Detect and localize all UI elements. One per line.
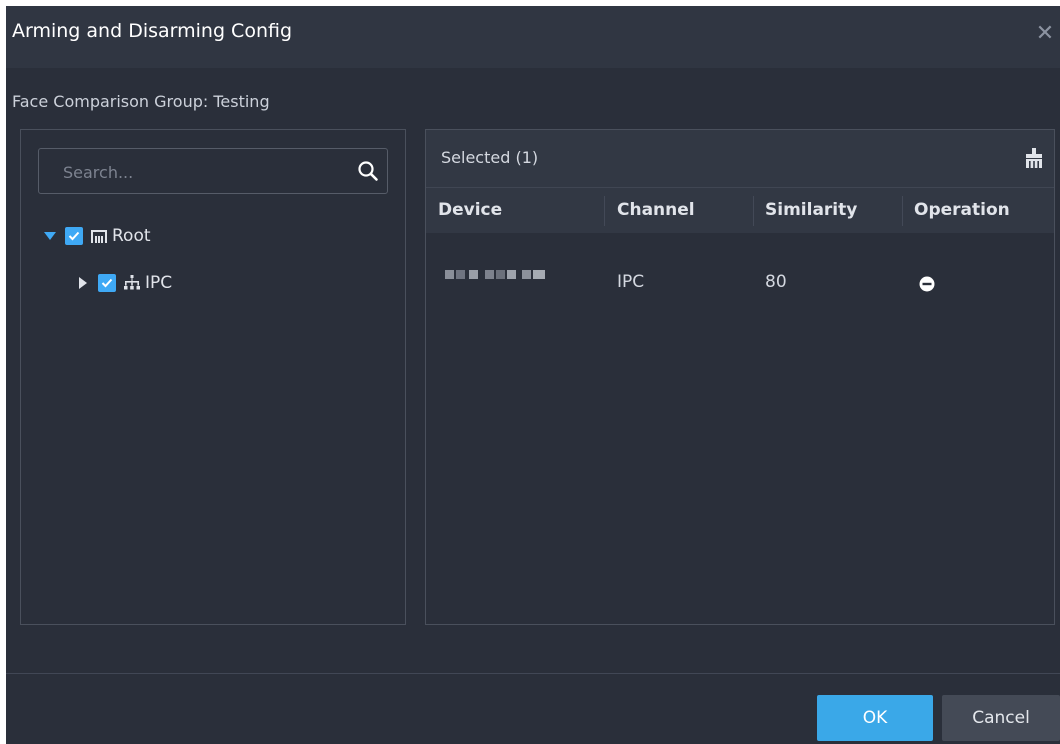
remove-icon[interactable] xyxy=(919,276,935,292)
search-input[interactable] xyxy=(61,160,345,184)
arming-config-dialog: Arming and Disarming Config ✕ Face Compa… xyxy=(6,6,1060,744)
table-header: Device Channel Similarity Operation xyxy=(426,188,1054,233)
device-tree-panel: Root IPC xyxy=(20,129,406,625)
selected-count-label: Selected (1) xyxy=(441,148,539,167)
blurred-device-name xyxy=(445,270,545,279)
tree-node-label: IPC xyxy=(145,273,173,293)
cancel-button[interactable]: Cancel xyxy=(942,695,1060,741)
selected-panel: Selected (1) Device Channel Similarity O… xyxy=(425,129,1055,625)
clear-broom-icon[interactable] xyxy=(1024,147,1044,169)
face-group-line: Face Comparison Group: Testing xyxy=(12,92,270,111)
close-icon[interactable]: ✕ xyxy=(1032,16,1058,52)
search-icon[interactable] xyxy=(357,160,379,182)
dialog-title: Arming and Disarming Config xyxy=(12,20,293,42)
search-box xyxy=(38,148,388,194)
column-header-channel[interactable]: Channel xyxy=(617,188,695,233)
root-checkbox[interactable] xyxy=(65,227,83,245)
column-header-similarity[interactable]: Similarity xyxy=(765,188,857,233)
selected-header: Selected (1) xyxy=(426,130,1054,188)
cell-similarity: 80 xyxy=(765,272,787,292)
tree-node-root[interactable]: Root xyxy=(43,223,151,249)
cell-channel: IPC xyxy=(617,272,645,292)
tree-node-ipc[interactable]: IPC xyxy=(76,270,172,296)
dialog-titlebar: Arming and Disarming Config ✕ xyxy=(6,6,1060,68)
column-header-operation[interactable]: Operation xyxy=(914,188,1010,233)
column-divider xyxy=(753,196,754,226)
expand-right-icon[interactable] xyxy=(76,276,90,290)
ipc-checkbox[interactable] xyxy=(98,274,116,292)
face-group-value: Testing xyxy=(213,92,270,111)
column-divider xyxy=(604,196,605,226)
face-group-label: Face Comparison Group: xyxy=(12,92,209,111)
org-root-icon xyxy=(91,230,107,243)
column-header-device[interactable]: Device xyxy=(438,188,502,233)
column-divider xyxy=(902,196,903,226)
tree-node-label: Root xyxy=(112,226,151,246)
expand-down-icon[interactable] xyxy=(43,229,57,243)
ok-button[interactable]: OK xyxy=(817,695,933,741)
device-tree-icon xyxy=(124,275,140,290)
footer-divider xyxy=(6,673,1060,674)
